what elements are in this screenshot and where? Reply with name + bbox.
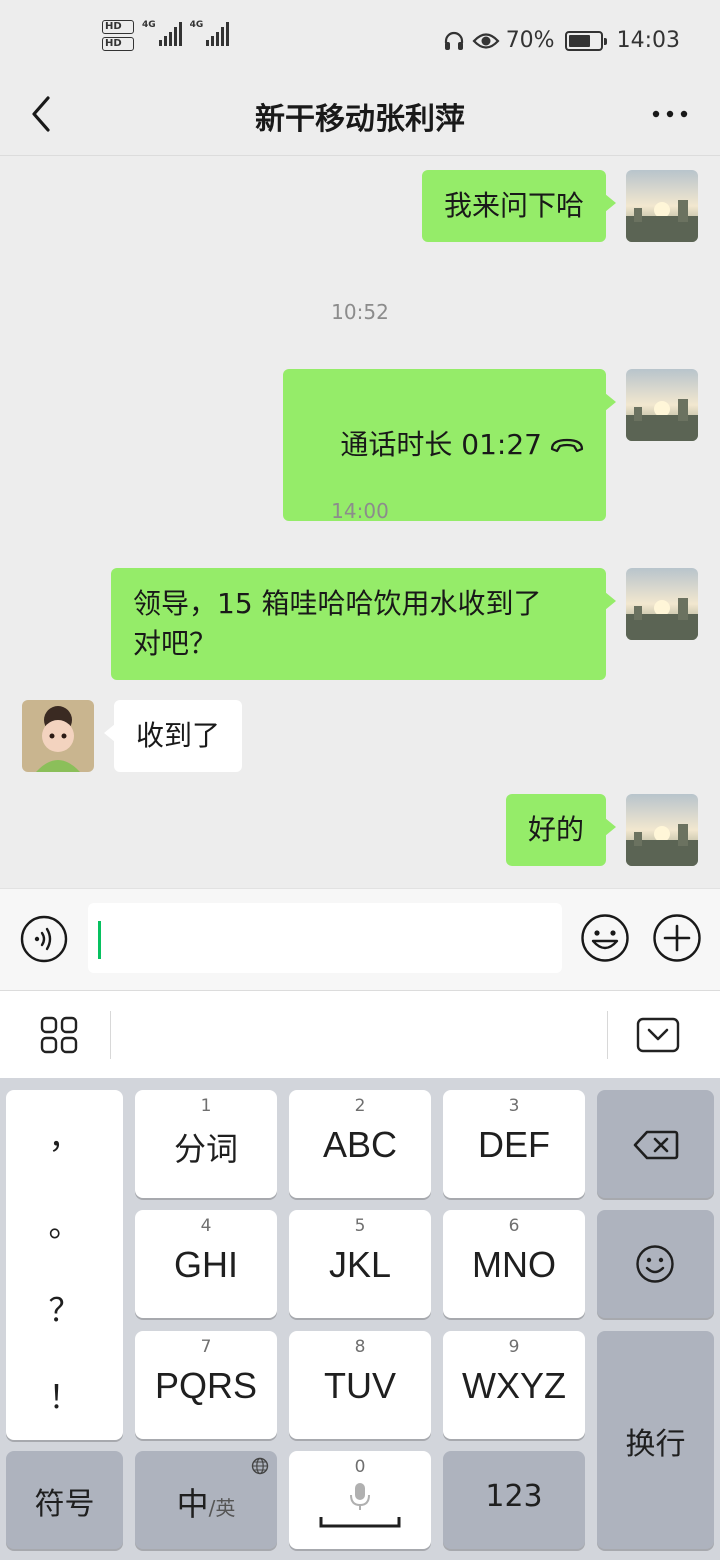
symbol-key[interactable]: 符号 — [6, 1451, 123, 1549]
avatar-self[interactable] — [626, 170, 698, 242]
t9-keyboard: ， 。 ？ ！ 1 分词 2 ABC 3 DEF 4 GHI 5 JKL 6 M… — [0, 1078, 720, 1560]
battery-icon — [564, 30, 607, 51]
keyboard-hide-icon[interactable] — [636, 1017, 680, 1053]
key-period[interactable]: 。 — [6, 1200, 123, 1246]
punctuation-column[interactable]: ， 。 ？ ！ — [6, 1090, 123, 1440]
divider — [607, 1011, 608, 1059]
signal-strength-sim1-icon: 4G — [142, 20, 182, 46]
hd-badge-sim1: HD — [102, 20, 134, 34]
message-input-bar — [0, 888, 720, 990]
headphone-icon — [444, 31, 463, 50]
space-bar-icon — [319, 1517, 401, 1528]
avatar-self[interactable] — [626, 369, 698, 441]
space-key[interactable]: 0 — [289, 1451, 431, 1549]
key-9[interactable]: 9 WXYZ — [443, 1331, 585, 1439]
emoji-key[interactable] — [597, 1210, 714, 1318]
message-bubble-sent[interactable]: 我来问下哈 — [421, 170, 617, 242]
call-duration-text: 通话时长 01:27 — [340, 428, 542, 461]
hd-badge-sim2: HD — [102, 37, 134, 51]
key-8[interactable]: 8 TUV — [289, 1331, 431, 1439]
smiley-icon — [636, 1245, 674, 1283]
message-bubble-sent[interactable]: 领导，15 箱哇哈哈饮用水收到了 对吧？ — [111, 568, 616, 680]
numeric-key[interactable]: 123 — [443, 1451, 585, 1549]
message-bubble-received[interactable]: 收到了 — [103, 700, 243, 772]
language-switch-key[interactable]: 中/英 — [135, 1451, 277, 1549]
key-3[interactable]: 3 DEF — [443, 1090, 585, 1198]
voice-icon[interactable] — [20, 915, 68, 963]
enter-label: 换行 — [625, 1427, 686, 1462]
message-list[interactable]: 我来问下哈 10:52 通话时长 01:27 14:00 领导，15 箱哇哈哈饮… — [0, 156, 720, 888]
lang-chinese-label: 中 — [176, 1485, 209, 1523]
key-question[interactable]: ？ — [6, 1285, 123, 1331]
key-comma[interactable]: ， — [6, 1112, 123, 1158]
key-7[interactable]: 7 PQRS — [135, 1331, 277, 1439]
chat-title: 新干移动张利萍 — [255, 102, 465, 137]
lang-english-label: /英 — [208, 1496, 236, 1520]
numeric-label: 123 — [485, 1479, 543, 1514]
key-2[interactable]: 2 ABC — [289, 1090, 431, 1198]
avatar-self[interactable] — [626, 794, 698, 866]
eye-icon — [472, 32, 500, 49]
backspace-key[interactable] — [597, 1090, 714, 1198]
key-6[interactable]: 6 MNO — [443, 1210, 585, 1318]
battery-percent: 70% — [505, 28, 555, 53]
clock: 14:03 — [616, 28, 680, 53]
symbol-label: 符号 — [34, 1487, 95, 1522]
message-bubble-sent[interactable]: 好的 — [505, 794, 617, 866]
backspace-icon — [633, 1130, 679, 1160]
message-timestamp: 14:00 — [331, 499, 389, 523]
signal-strength-sim2-icon: 4G — [190, 20, 230, 46]
emoji-icon[interactable] — [580, 913, 630, 963]
plus-icon[interactable] — [652, 913, 702, 963]
key-1[interactable]: 1 分词 — [135, 1090, 277, 1198]
message-timestamp: 10:52 — [331, 300, 389, 324]
text-caret — [98, 921, 101, 959]
enter-key[interactable]: 换行 — [597, 1331, 714, 1549]
hang-up-phone-icon — [550, 438, 584, 453]
status-bar: HD HD 4G 4G 70% 14:03 — [0, 0, 720, 80]
signal-indicators: HD HD 4G 4G — [102, 20, 230, 51]
chat-header: 新干移动张利萍 — [0, 80, 720, 156]
divider — [110, 1011, 111, 1059]
grid-icon[interactable] — [40, 1016, 78, 1054]
more-dots-icon[interactable] — [650, 102, 690, 126]
message-text-input[interactable] — [88, 903, 562, 973]
microphone-icon — [350, 1483, 370, 1510]
ime-toolbar — [0, 990, 720, 1078]
key-exclamation[interactable]: ！ — [6, 1372, 123, 1418]
avatar-contact[interactable] — [22, 700, 94, 772]
globe-icon — [251, 1457, 269, 1475]
avatar-self[interactable] — [626, 568, 698, 640]
status-right: 70% 14:03 — [442, 28, 680, 53]
key-4[interactable]: 4 GHI — [135, 1210, 277, 1318]
key-5[interactable]: 5 JKL — [289, 1210, 431, 1318]
